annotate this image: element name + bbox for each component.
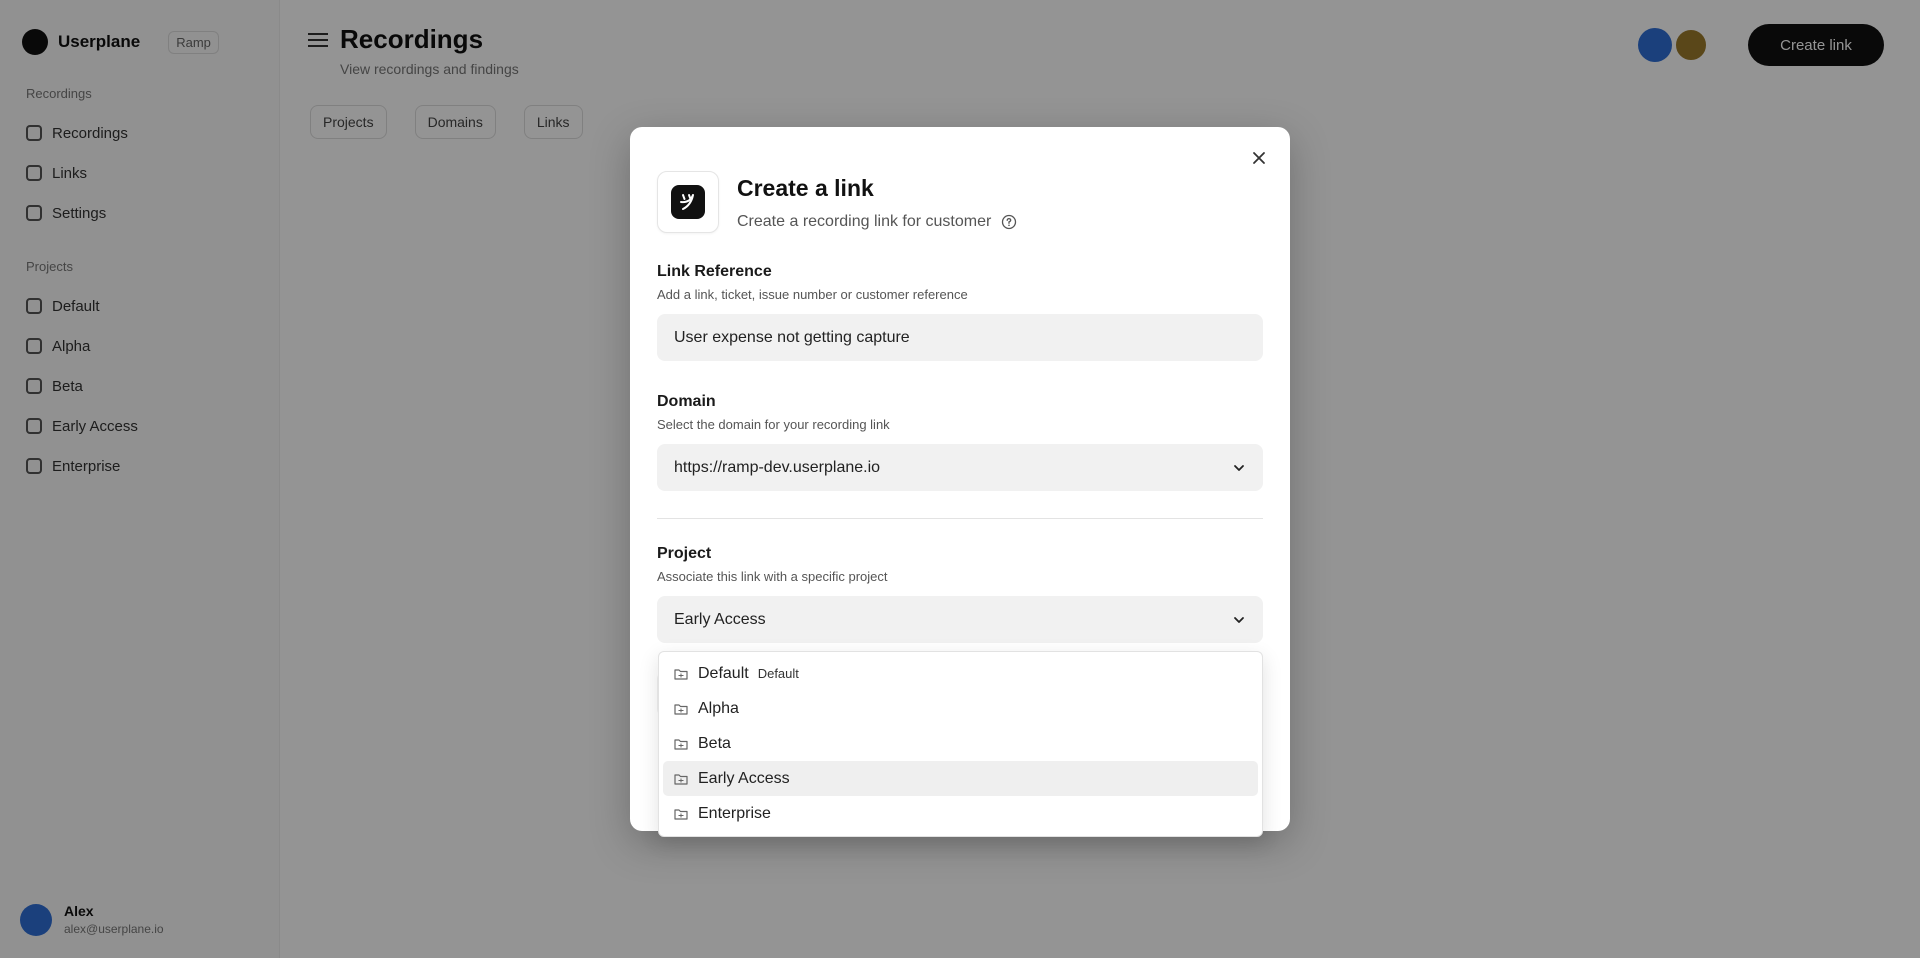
domain-field: Domain Select the domain for your record… (657, 393, 1263, 491)
field-label: Link Reference (657, 263, 772, 280)
option-label: Default (698, 664, 749, 682)
field-label: Domain (657, 393, 716, 410)
project-select-value: Early Access (674, 610, 766, 628)
link-reference-input[interactable] (657, 314, 1263, 361)
folder-icon (673, 806, 689, 822)
field-description: Add a link, ticket, issue number or cust… (657, 287, 968, 302)
project-option-enterprise[interactable]: Enterprise (663, 796, 1258, 831)
domain-select[interactable]: https://ramp-dev.userplane.io (657, 444, 1263, 491)
project-option-early-access[interactable]: Early Access (663, 761, 1258, 796)
app-logo (657, 171, 719, 233)
project-select[interactable]: Early Access (657, 596, 1263, 643)
option-label: Alpha (698, 699, 739, 717)
project-option-alpha[interactable]: Alpha (663, 691, 1258, 726)
project-option-default[interactable]: Default Default (663, 656, 1258, 691)
field-description: Associate this link with a specific proj… (657, 569, 888, 584)
folder-icon (673, 736, 689, 752)
project-field: Project Associate this link with a speci… (657, 545, 1263, 643)
project-dropdown-menu: Default Default Alpha Beta Early Access … (658, 651, 1263, 837)
domain-select-value: https://ramp-dev.userplane.io (674, 458, 881, 476)
project-option-beta[interactable]: Beta (663, 726, 1258, 761)
close-button[interactable] (1246, 145, 1272, 171)
link-reference-field: Link Reference Add a link, ticket, issue… (657, 263, 1263, 361)
dialog-title: Create a link (737, 175, 874, 201)
close-icon (1253, 152, 1265, 164)
folder-icon (673, 771, 689, 787)
option-label: Beta (698, 734, 731, 752)
dialog-header: Create a link Create a recording link fo… (657, 171, 1017, 233)
userplane-logo-icon (671, 185, 705, 219)
dialog-subtitle: Create a recording link for customer (737, 213, 992, 230)
field-label: Project (657, 545, 712, 562)
option-label: Enterprise (698, 804, 771, 822)
default-badge: Default (757, 666, 799, 681)
option-label: Early Access (698, 769, 790, 787)
folder-icon (673, 701, 689, 717)
folder-icon (673, 666, 689, 682)
help-icon[interactable] (1001, 214, 1017, 230)
divider (657, 518, 1263, 519)
chevron-down-icon (1234, 464, 1244, 471)
field-description: Select the domain for your recording lin… (657, 417, 890, 432)
chevron-down-icon (1234, 616, 1244, 623)
